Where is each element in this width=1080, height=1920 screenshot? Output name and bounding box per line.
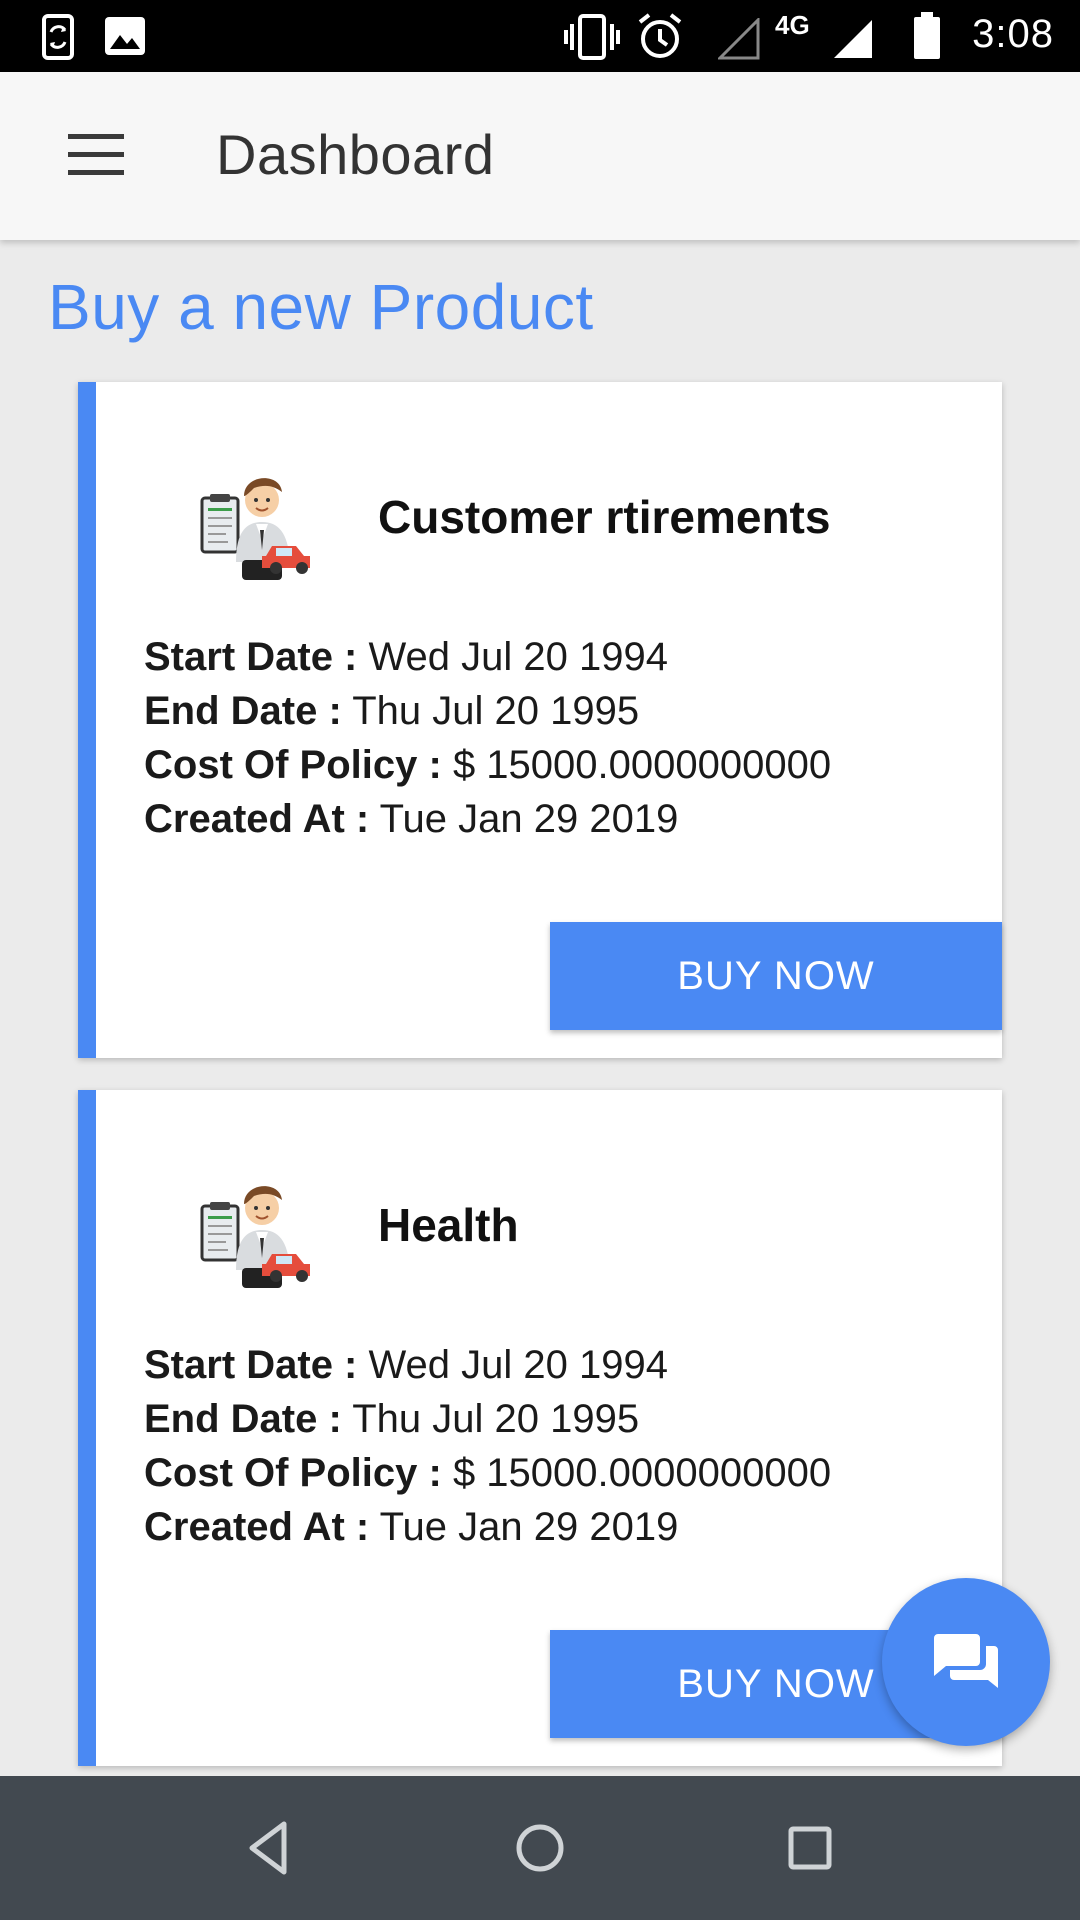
vibrate-icon xyxy=(564,14,620,60)
start-date-label: Start Date : xyxy=(144,1343,358,1387)
end-date-row: End Date : Thu Jul 20 1995 xyxy=(144,1392,831,1446)
created-row: Created At : Tue Jan 29 2019 xyxy=(144,792,831,846)
product-title: Customer rtirements xyxy=(378,491,831,543)
created-value: Tue Jan 29 2019 xyxy=(379,797,679,841)
start-date-label: Start Date : xyxy=(144,635,358,679)
cell-signal-icon xyxy=(834,20,872,58)
created-label: Created At : xyxy=(144,797,370,841)
system-nav-bar xyxy=(0,1776,1080,1920)
created-row: Created At : Tue Jan 29 2019 xyxy=(144,1500,831,1554)
network-type-label: 4G xyxy=(775,10,810,40)
status-bar: 4G 3:08 xyxy=(0,0,1080,72)
start-date-row: Start Date : Wed Jul 20 1994 xyxy=(144,630,831,684)
insurance-agent-icon xyxy=(200,1186,310,1288)
chat-fab-button[interactable] xyxy=(882,1578,1050,1746)
end-date-value: Thu Jul 20 1995 xyxy=(352,689,640,733)
back-icon[interactable] xyxy=(240,1818,300,1878)
product-title: Health xyxy=(378,1199,519,1251)
no-signal-icon xyxy=(718,18,760,60)
end-date-label: End Date : xyxy=(144,689,342,733)
status-time: 3:08 xyxy=(972,12,1054,56)
start-date-row: Start Date : Wed Jul 20 1994 xyxy=(144,1338,831,1392)
battery-icon xyxy=(914,12,940,59)
cost-label: Cost Of Policy : xyxy=(144,743,442,787)
recents-icon[interactable] xyxy=(780,1818,840,1878)
product-details: Start Date : Wed Jul 20 1994 End Date : … xyxy=(144,1338,831,1554)
chat-icon xyxy=(934,1634,998,1688)
created-value: Tue Jan 29 2019 xyxy=(379,1505,679,1549)
image-icon xyxy=(105,17,145,55)
product-card: Customer rtirements Start Date : Wed Jul… xyxy=(78,382,1002,1058)
alarm-icon xyxy=(638,13,682,58)
insurance-agent-icon xyxy=(200,478,310,580)
start-date-value: Wed Jul 20 1994 xyxy=(368,1343,668,1387)
product-card: Health Start Date : Wed Jul 20 1994 End … xyxy=(78,1090,1002,1766)
cost-value: $ 15000.0000000000 xyxy=(452,1451,832,1495)
cost-value: $ 15000.0000000000 xyxy=(452,743,832,787)
cost-row: Cost Of Policy : $ 15000.0000000000 xyxy=(144,1446,831,1500)
main-content[interactable]: Buy a new Product Customer rtirements St xyxy=(0,240,1080,1776)
app-bar: Dashboard xyxy=(0,72,1080,240)
screen-rotation-icon xyxy=(42,14,74,60)
buy-now-button[interactable]: BUY NOW xyxy=(550,922,1002,1030)
end-date-label: End Date : xyxy=(144,1397,342,1441)
cost-row: Cost Of Policy : $ 15000.0000000000 xyxy=(144,738,831,792)
product-details: Start Date : Wed Jul 20 1994 End Date : … xyxy=(144,630,831,846)
end-date-row: End Date : Thu Jul 20 1995 xyxy=(144,684,831,738)
start-date-value: Wed Jul 20 1994 xyxy=(368,635,668,679)
home-icon[interactable] xyxy=(510,1818,570,1878)
page-title: Dashboard xyxy=(216,123,495,186)
hamburger-menu-icon[interactable] xyxy=(68,134,124,176)
section-heading: Buy a new Product xyxy=(48,271,594,343)
cost-label: Cost Of Policy : xyxy=(144,1451,442,1495)
created-label: Created At : xyxy=(144,1505,370,1549)
end-date-value: Thu Jul 20 1995 xyxy=(352,1397,640,1441)
